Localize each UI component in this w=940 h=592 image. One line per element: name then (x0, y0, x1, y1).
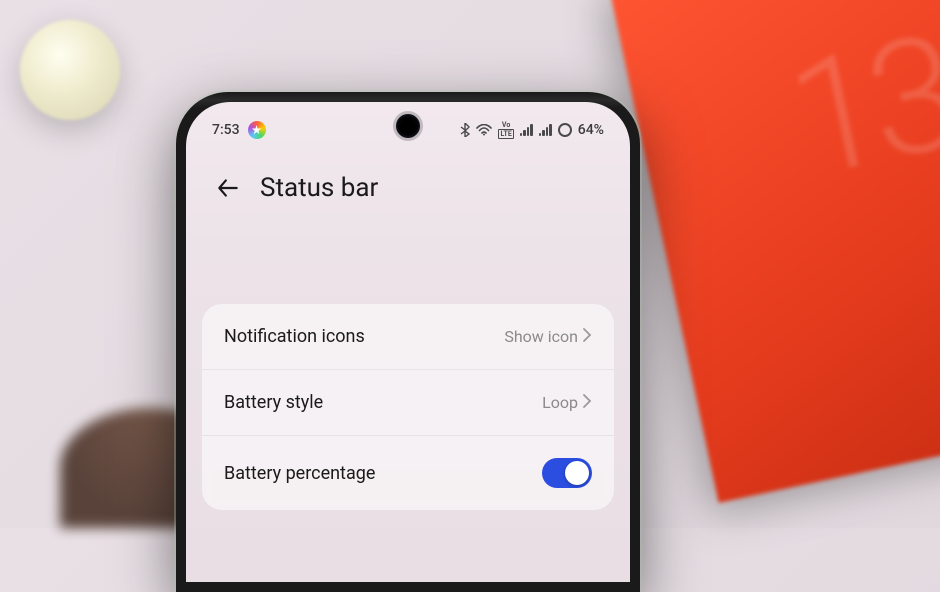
signal-sim1-icon (520, 124, 533, 136)
setting-battery-style[interactable]: Battery style Loop (202, 369, 614, 435)
setting-value: Show icon (504, 327, 578, 346)
background-clock-prop (20, 20, 120, 120)
battery-percentage-text: 64% (578, 122, 604, 138)
setting-battery-percentage[interactable]: Battery percentage (202, 435, 614, 510)
bluetooth-icon (460, 123, 470, 137)
battery-loop-icon (558, 123, 572, 137)
chevron-right-icon (582, 393, 592, 413)
signal-sim2-icon (539, 124, 552, 136)
page-title: Status bar (260, 173, 378, 203)
phone-frame: 7:53 VoLTE 64% (176, 92, 640, 592)
page-header: Status bar (186, 144, 630, 224)
chevron-right-icon (582, 327, 592, 347)
setting-label: Battery percentage (224, 463, 375, 484)
settings-list: Notification icons Show icon Battery sty… (202, 304, 614, 510)
clock-time: 7:53 (212, 122, 240, 138)
camera-cutout (396, 114, 420, 138)
background-box-prop (609, 0, 940, 503)
volte-indicator: VoLTE (498, 121, 513, 139)
setting-label: Notification icons (224, 326, 365, 347)
battery-percentage-toggle[interactable] (542, 458, 592, 488)
setting-notification-icons[interactable]: Notification icons Show icon (202, 304, 614, 369)
setting-value: Loop (542, 393, 578, 412)
photos-app-notification-icon (248, 121, 266, 139)
phone-screen: 7:53 VoLTE 64% (186, 102, 630, 582)
wifi-icon (476, 124, 492, 136)
back-button[interactable] (212, 172, 244, 204)
arrow-left-icon (215, 175, 241, 201)
toggle-knob (565, 461, 589, 485)
setting-label: Battery style (224, 392, 323, 413)
